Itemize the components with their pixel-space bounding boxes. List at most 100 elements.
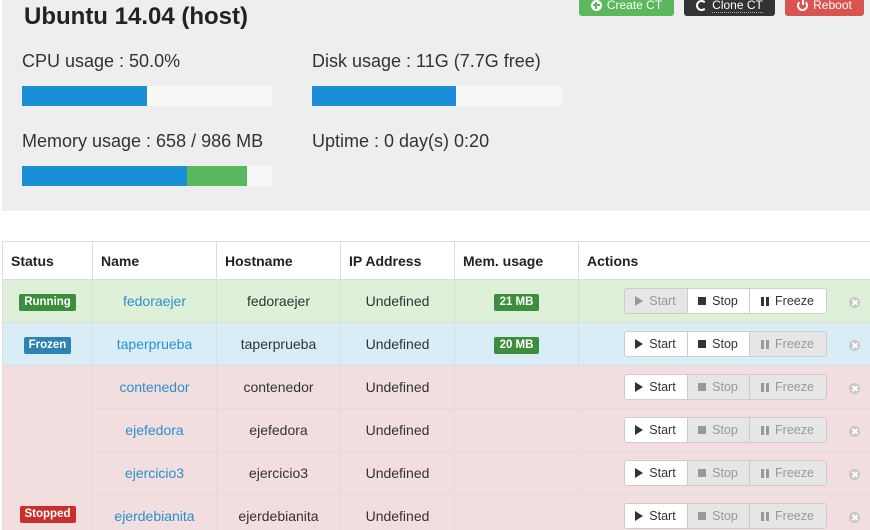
mem-cell: 21 MB	[454, 279, 579, 323]
hostname-cell: ejefedora	[216, 408, 341, 452]
start-button[interactable]: Start	[624, 418, 688, 442]
mem-cell	[454, 494, 579, 530]
freeze-label: Freeze	[775, 294, 814, 308]
stop-icon	[698, 426, 707, 434]
stop-button[interactable]: Stop	[687, 332, 750, 356]
delete-x-icon[interactable]	[848, 468, 860, 480]
start-button[interactable]: Start	[624, 289, 688, 313]
power-icon	[797, 0, 809, 11]
delete-x-icon[interactable]	[848, 382, 860, 394]
start-label: Start	[649, 294, 676, 308]
stop-button[interactable]: Stop	[687, 504, 750, 528]
create-ct-label: Create CT	[606, 0, 663, 12]
pause-icon	[761, 468, 770, 478]
start-button[interactable]: Start	[624, 461, 688, 485]
container-name-link[interactable]: ejefedora	[125, 422, 183, 438]
ip-cell: Undefined	[340, 322, 455, 366]
ip-cell: Undefined	[340, 451, 455, 495]
stop-label: Stop	[712, 294, 738, 308]
start-button[interactable]: Start	[624, 504, 688, 528]
table-row: Running fedoraejer fedoraejer Undefined …	[2, 279, 870, 323]
pause-icon	[761, 339, 770, 349]
action-button-group: Start Stop Freeze	[623, 503, 827, 529]
action-button-group: Start Stop Freeze	[623, 460, 827, 486]
name-cell: fedoraejer	[92, 279, 217, 323]
clone-ct-button[interactable]: Clone CT	[684, 0, 775, 16]
start-label: Start	[649, 423, 676, 437]
freeze-label: Freeze	[775, 466, 814, 480]
delete-cell	[838, 365, 870, 409]
delete-x-icon[interactable]	[848, 425, 860, 437]
mem-cell: 20 MB	[454, 322, 579, 366]
plus-circle-icon	[590, 0, 602, 11]
freeze-label: Freeze	[775, 337, 814, 351]
ip-cell: Undefined	[340, 279, 455, 323]
play-icon	[635, 296, 644, 306]
status-cell: Running	[2, 279, 93, 323]
play-icon	[635, 339, 644, 349]
play-icon	[635, 382, 644, 392]
container-name-link[interactable]: ejercicio3	[125, 465, 184, 481]
header-name: Name	[92, 241, 217, 280]
start-label: Start	[649, 337, 676, 351]
name-cell: ejercicio3	[92, 451, 217, 495]
actions-cell: Start Stop Freeze	[578, 408, 839, 452]
start-label: Start	[649, 509, 676, 523]
pause-icon	[761, 511, 770, 521]
start-label: Start	[649, 380, 676, 394]
reboot-button[interactable]: Reboot	[785, 0, 864, 16]
table-row: ejercicio3 ejercicio3 Undefined Start St…	[3, 451, 870, 495]
stop-button[interactable]: Stop	[687, 461, 750, 485]
container-name-link[interactable]: ejerdebianita	[114, 508, 194, 524]
freeze-button[interactable]: Freeze	[749, 375, 826, 399]
delete-x-icon[interactable]	[848, 339, 860, 351]
pause-icon	[761, 382, 770, 392]
play-icon	[635, 511, 644, 521]
status-cell: Frozen	[2, 322, 93, 366]
cpu-usage-label: CPU usage : 50.0%	[22, 51, 181, 71]
create-ct-button[interactable]: Create CT	[579, 0, 674, 16]
stop-label: Stop	[712, 509, 738, 523]
delete-x-icon[interactable]	[848, 296, 860, 308]
actions-cell: Start Stop Freeze	[578, 494, 839, 530]
freeze-button[interactable]: Freeze	[749, 461, 826, 485]
action-button-group: Start Stop Freeze	[623, 288, 827, 314]
freeze-button[interactable]: Freeze	[749, 332, 826, 356]
header-ip-address: IP Address	[340, 241, 455, 280]
actions-cell: Start Stop Freeze	[578, 279, 839, 323]
table-row: ejefedora ejefedora Undefined Start Stop…	[3, 408, 870, 452]
container-name-link[interactable]: contenedor	[119, 379, 189, 395]
container-name-link[interactable]: fedoraejer	[123, 293, 186, 309]
table-header-row: Status Name Hostname IP Address Mem. usa…	[2, 241, 870, 280]
header-spacer	[838, 241, 870, 280]
actions-cell: Start Stop Freeze	[578, 322, 839, 366]
hostname-cell: fedoraejer	[216, 279, 341, 323]
freeze-button[interactable]: Freeze	[749, 418, 826, 442]
stop-button[interactable]: Stop	[687, 375, 750, 399]
stop-button[interactable]: Stop	[687, 418, 750, 442]
header-hostname: Hostname	[216, 241, 341, 280]
stop-icon	[698, 469, 707, 477]
name-cell: taperprueba	[92, 322, 217, 366]
start-button[interactable]: Start	[624, 375, 688, 399]
header-status: Status	[2, 241, 93, 280]
play-icon	[635, 468, 644, 478]
reboot-label: Reboot	[813, 0, 852, 12]
freeze-button[interactable]: Freeze	[749, 504, 826, 528]
freeze-label: Freeze	[775, 509, 814, 523]
mem-usage-badge: 20 MB	[493, 336, 540, 354]
hostname-cell: ejercicio3	[216, 451, 341, 495]
mem-usage-badge: 21 MB	[493, 293, 540, 311]
mem-cell	[454, 451, 579, 495]
container-name-link[interactable]: taperprueba	[117, 336, 193, 352]
delete-cell	[838, 279, 870, 323]
stop-icon	[698, 512, 707, 520]
pause-icon	[761, 296, 770, 306]
delete-cell	[838, 408, 870, 452]
delete-x-icon[interactable]	[848, 511, 860, 523]
stop-button[interactable]: Stop	[687, 289, 750, 313]
uptime-label: Uptime : 0 day(s) 0:20	[312, 131, 490, 151]
freeze-button[interactable]: Freeze	[749, 289, 826, 313]
disk-usage-fill	[312, 86, 456, 106]
start-button[interactable]: Start	[624, 332, 688, 356]
